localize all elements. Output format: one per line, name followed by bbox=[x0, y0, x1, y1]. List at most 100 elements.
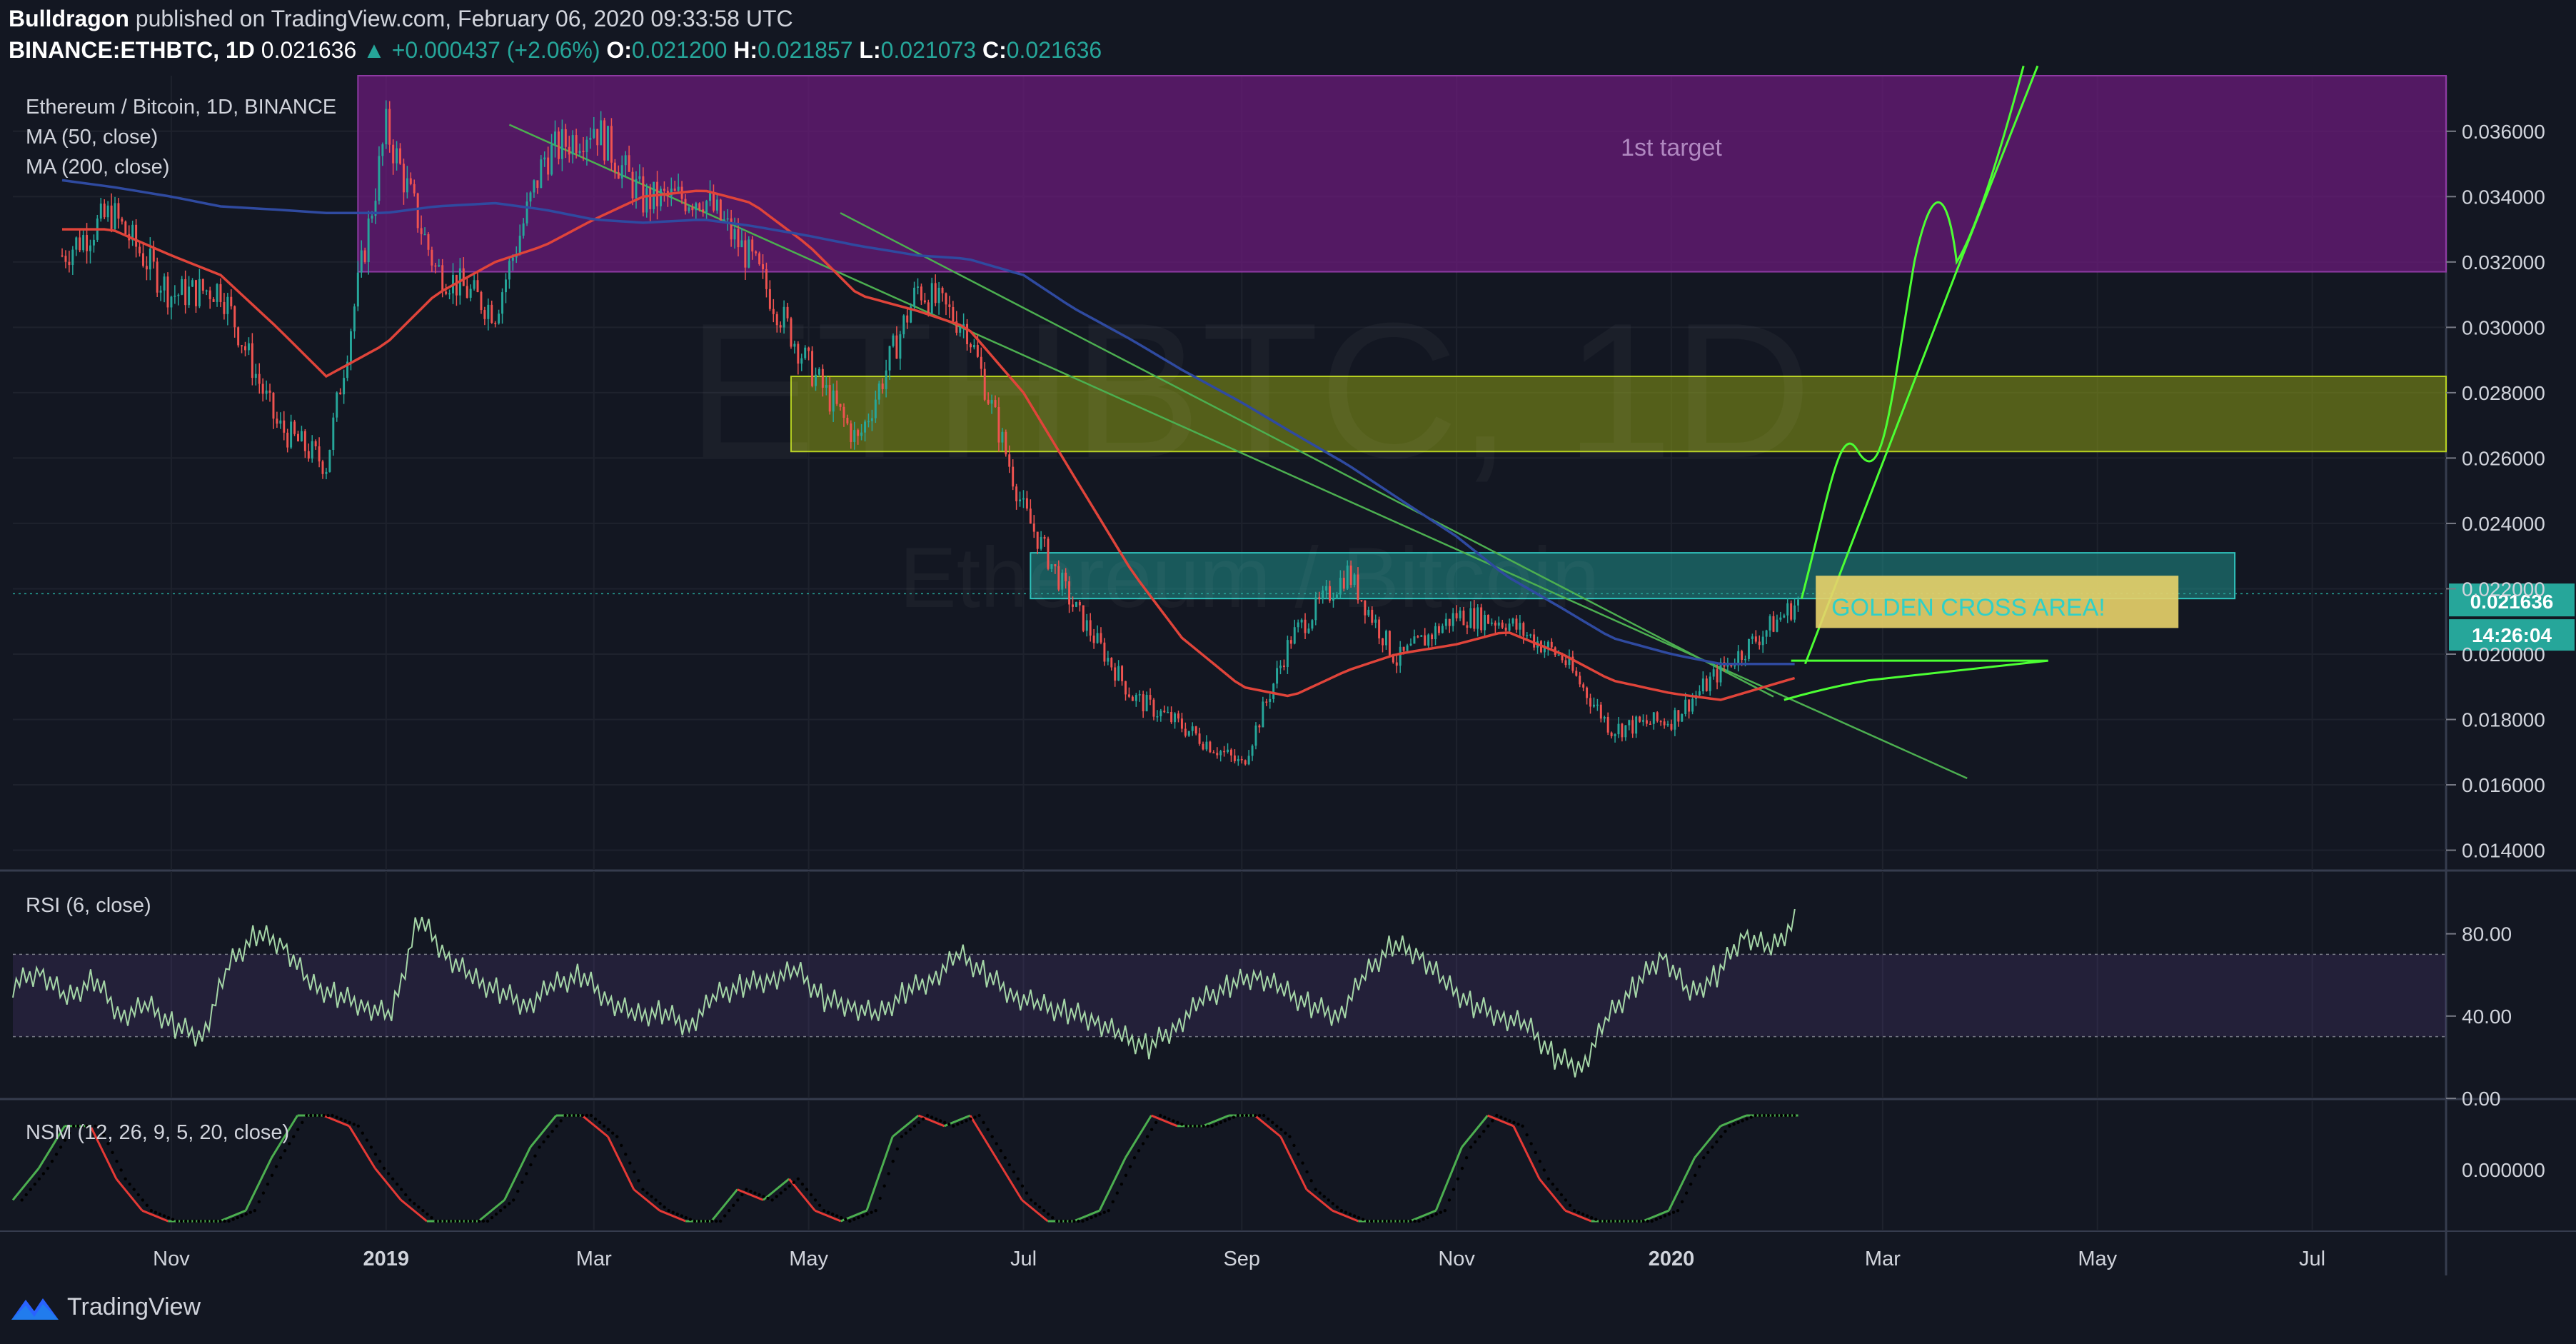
candle[interactable] bbox=[110, 205, 113, 229]
candle[interactable] bbox=[462, 268, 465, 286]
candle[interactable] bbox=[177, 294, 180, 296]
candle[interactable] bbox=[748, 239, 750, 268]
candle[interactable] bbox=[336, 392, 338, 418]
candle[interactable] bbox=[272, 393, 275, 419]
candle[interactable] bbox=[1202, 743, 1204, 750]
candle[interactable] bbox=[508, 261, 510, 280]
candle[interactable] bbox=[1180, 718, 1183, 729]
candle[interactable] bbox=[1167, 711, 1169, 713]
candle[interactable] bbox=[371, 216, 373, 219]
candle[interactable] bbox=[709, 193, 712, 201]
candle[interactable] bbox=[498, 314, 500, 324]
candle[interactable] bbox=[416, 193, 419, 229]
candle[interactable] bbox=[1272, 683, 1275, 699]
candle[interactable] bbox=[867, 421, 870, 423]
candle[interactable] bbox=[1754, 636, 1757, 642]
candle[interactable] bbox=[673, 189, 676, 191]
candle[interactable] bbox=[314, 441, 317, 447]
candle[interactable] bbox=[1776, 619, 1778, 632]
candle[interactable] bbox=[205, 290, 208, 292]
candle[interactable] bbox=[1504, 627, 1507, 631]
candle[interactable] bbox=[1409, 643, 1412, 646]
candle[interactable] bbox=[786, 306, 789, 319]
candle[interactable] bbox=[1240, 758, 1243, 761]
candle[interactable] bbox=[1346, 565, 1349, 589]
candle[interactable] bbox=[1444, 618, 1447, 626]
candle[interactable] bbox=[1786, 603, 1789, 616]
candle[interactable] bbox=[902, 315, 905, 335]
candle[interactable] bbox=[688, 207, 690, 211]
candle[interactable] bbox=[744, 240, 747, 268]
candle[interactable] bbox=[1233, 755, 1236, 761]
candle[interactable] bbox=[737, 229, 740, 248]
candle[interactable] bbox=[1487, 615, 1489, 624]
candle[interactable] bbox=[504, 279, 507, 293]
candle[interactable] bbox=[1131, 696, 1134, 701]
candle[interactable] bbox=[1040, 536, 1042, 549]
candle[interactable] bbox=[1395, 662, 1398, 666]
candle[interactable] bbox=[303, 431, 306, 451]
candle[interactable] bbox=[1082, 605, 1085, 631]
candle[interactable] bbox=[825, 385, 827, 388]
candle[interactable] bbox=[593, 129, 595, 138]
candle[interactable] bbox=[71, 249, 74, 266]
candle[interactable] bbox=[1579, 676, 1581, 685]
candle[interactable] bbox=[241, 345, 243, 346]
candle[interactable] bbox=[1508, 623, 1511, 631]
candle[interactable] bbox=[1254, 725, 1257, 746]
candle[interactable] bbox=[226, 296, 229, 314]
candle[interactable] bbox=[772, 309, 775, 314]
candle[interactable] bbox=[603, 120, 606, 161]
candle[interactable] bbox=[550, 144, 553, 175]
candle[interactable] bbox=[1417, 636, 1419, 638]
candle[interactable] bbox=[1793, 605, 1796, 620]
candle[interactable] bbox=[244, 346, 246, 351]
candle[interactable] bbox=[1374, 619, 1377, 623]
candle[interactable] bbox=[1670, 723, 1673, 730]
candle[interactable] bbox=[1448, 618, 1451, 626]
candle[interactable] bbox=[356, 272, 359, 307]
candle[interactable] bbox=[1639, 716, 1641, 722]
candle[interactable] bbox=[1332, 598, 1334, 601]
candle[interactable] bbox=[1244, 760, 1247, 765]
candle[interactable] bbox=[1134, 695, 1137, 701]
candle[interactable] bbox=[1621, 723, 1624, 738]
candle[interactable] bbox=[1674, 710, 1676, 730]
candle[interactable] bbox=[730, 218, 733, 240]
candle[interactable] bbox=[367, 218, 370, 263]
candle[interactable] bbox=[1068, 581, 1071, 605]
candle[interactable] bbox=[934, 283, 937, 304]
candle[interactable] bbox=[1127, 694, 1130, 697]
time-tick-label[interactable]: May bbox=[789, 1248, 828, 1270]
candle[interactable] bbox=[804, 347, 807, 358]
candle[interactable] bbox=[332, 417, 335, 450]
candle[interactable] bbox=[381, 144, 384, 156]
candle[interactable] bbox=[1564, 660, 1567, 666]
time-tick-label[interactable]: May bbox=[2078, 1248, 2117, 1270]
candle[interactable] bbox=[1497, 622, 1500, 626]
candle[interactable] bbox=[121, 219, 124, 222]
candle[interactable] bbox=[1314, 597, 1317, 621]
candle[interactable] bbox=[1719, 662, 1722, 683]
candle[interactable] bbox=[1307, 628, 1310, 633]
candle[interactable] bbox=[378, 156, 381, 201]
candle[interactable] bbox=[261, 383, 264, 394]
candle[interactable] bbox=[1529, 634, 1532, 636]
candle[interactable] bbox=[1092, 635, 1095, 643]
candle[interactable] bbox=[1501, 622, 1504, 628]
candle[interactable] bbox=[906, 315, 909, 323]
candle[interactable] bbox=[1156, 716, 1159, 718]
candle[interactable] bbox=[223, 301, 226, 314]
candle[interactable] bbox=[832, 390, 835, 412]
candle[interactable] bbox=[1251, 746, 1254, 756]
candle[interactable] bbox=[1184, 728, 1187, 736]
candle[interactable] bbox=[64, 256, 67, 262]
candle[interactable] bbox=[476, 280, 479, 293]
candle[interactable] bbox=[1734, 665, 1736, 667]
candle[interactable] bbox=[79, 237, 81, 251]
candle[interactable] bbox=[600, 120, 603, 146]
candle[interactable] bbox=[490, 304, 493, 324]
candle[interactable] bbox=[268, 390, 271, 393]
chart-canvas[interactable]: 1st target ETHBTC, 1D Ethereum / Bitcoin… bbox=[0, 0, 2576, 1344]
candle[interactable] bbox=[1677, 710, 1680, 722]
